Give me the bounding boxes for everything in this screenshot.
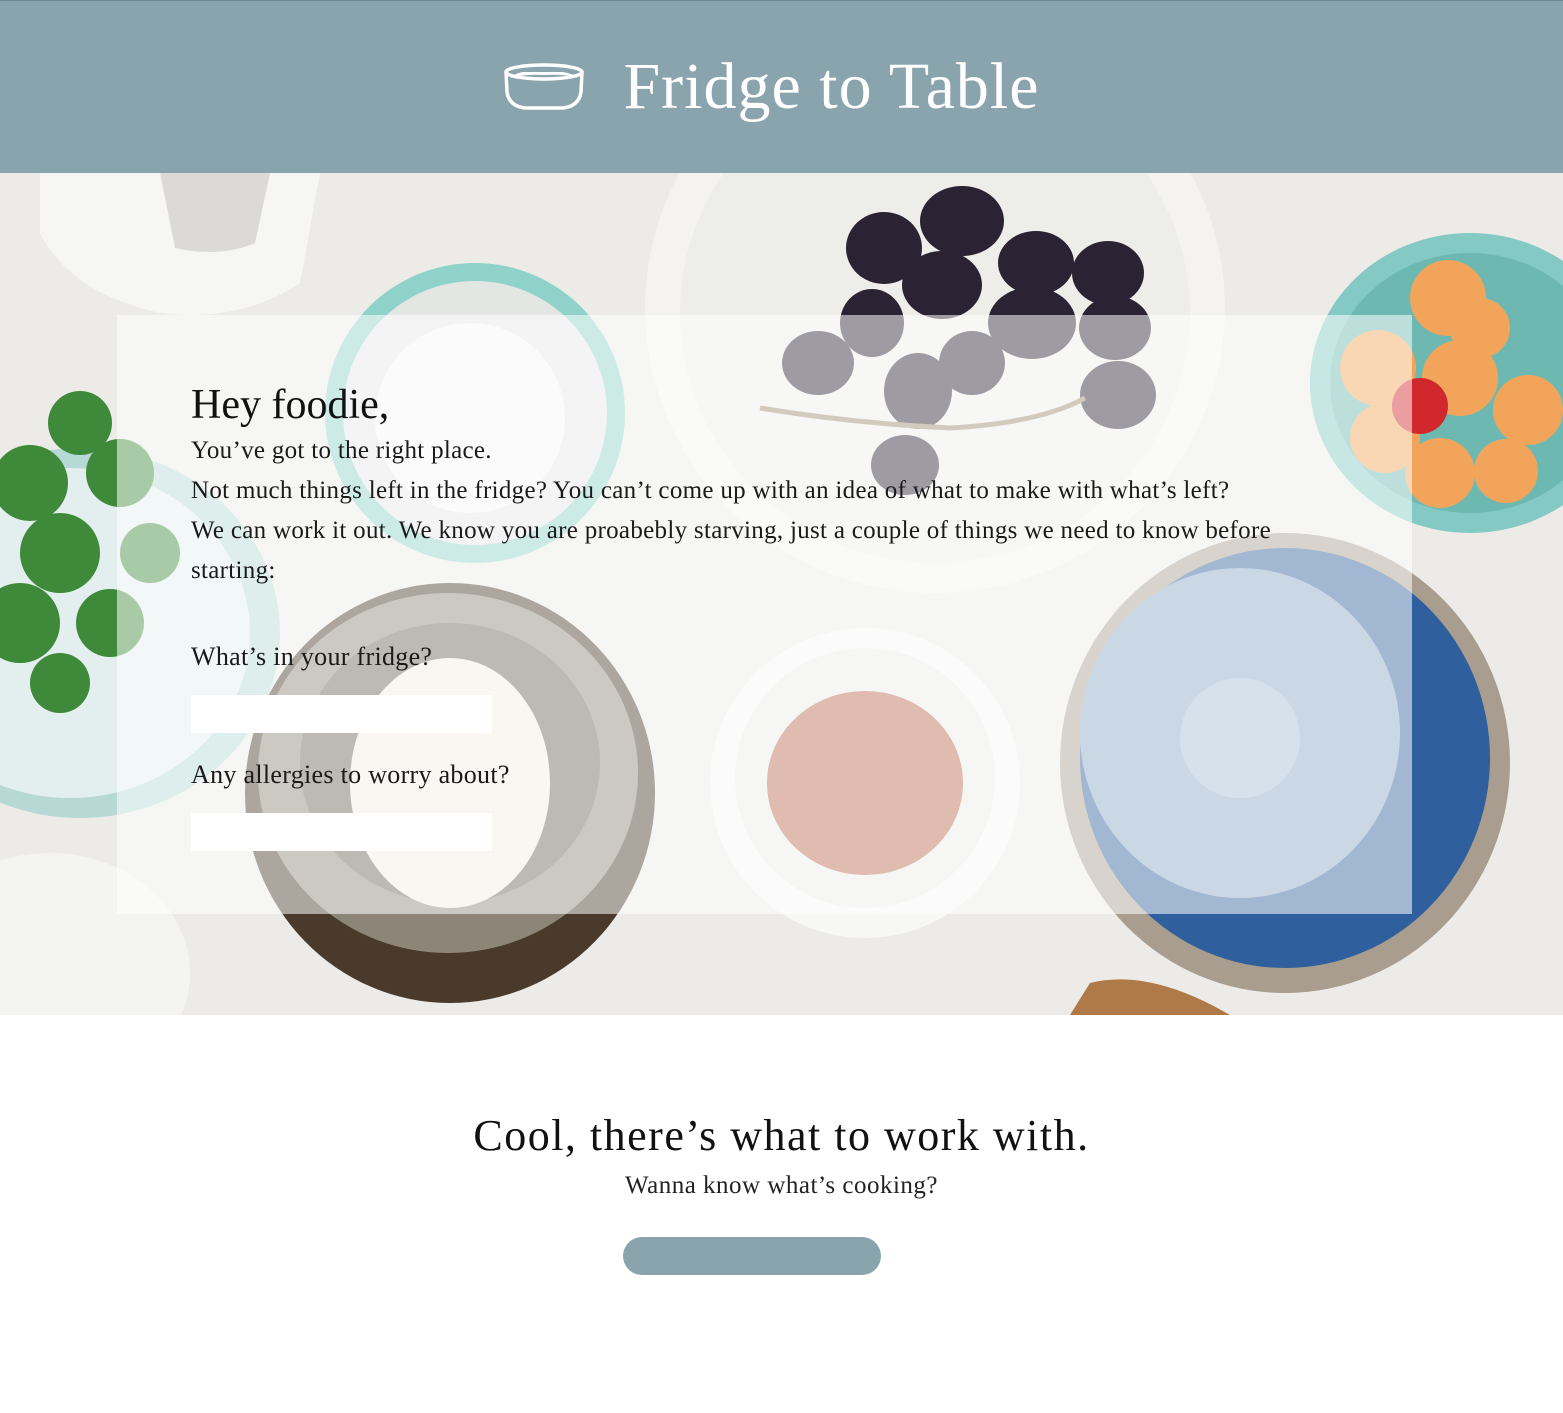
intro-line-3: We can work it out. We know you are proa… bbox=[191, 517, 1272, 584]
site-title: Fridge to Table bbox=[623, 50, 1040, 123]
brand[interactable]: Fridge to Table bbox=[503, 49, 1039, 125]
site-header: Fridge to Table bbox=[0, 0, 1563, 173]
intro-line-1: You’ve got to the right place. bbox=[191, 437, 492, 464]
allergies-label: Any allergies to worry about? bbox=[191, 760, 510, 789]
greeting-heading: Hey foodie, bbox=[191, 382, 390, 428]
cta-subtitle: Wanna know what’s cooking? bbox=[625, 1172, 938, 1199]
whats-cooking-button[interactable] bbox=[623, 1237, 881, 1275]
intro-panel: Hey foodie, You’ve got to the right plac… bbox=[117, 315, 1412, 914]
allergies-input[interactable] bbox=[191, 813, 492, 851]
fridge-label: What’s in your fridge? bbox=[191, 642, 433, 671]
intro-line-2: Not much things left in the fridge? You … bbox=[191, 477, 1230, 504]
hero-section: Hey foodie, You’ve got to the right plac… bbox=[0, 173, 1563, 1015]
cta-title: Cool, there’s what to work with. bbox=[473, 1111, 1090, 1160]
fridge-input[interactable] bbox=[191, 695, 492, 733]
bowl-icon bbox=[504, 63, 585, 110]
cta-section: Cool, there’s what to work with. Wanna k… bbox=[0, 1015, 1563, 1413]
